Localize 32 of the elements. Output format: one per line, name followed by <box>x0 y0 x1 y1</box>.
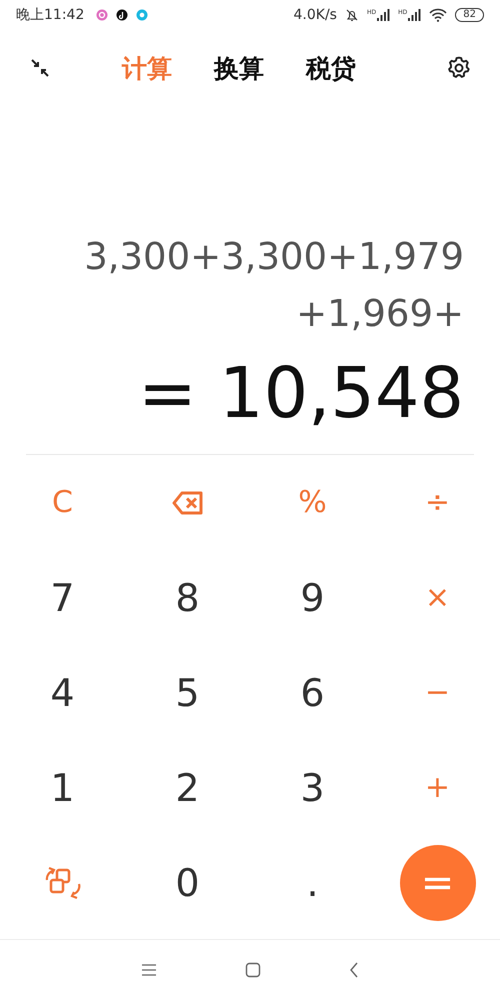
back-icon[interactable] <box>349 962 359 978</box>
digit-key[interactable]: 6 <box>292 670 333 714</box>
digit-key[interactable]: 3 <box>292 766 333 810</box>
digit-key[interactable]: 0 <box>167 860 208 904</box>
digit-key[interactable]: 9 <box>292 576 333 620</box>
signal-icon <box>376 9 390 21</box>
app-notification-icon <box>136 9 148 21</box>
swap-icon[interactable] <box>44 866 80 900</box>
tab[interactable]: 税贷 <box>296 52 366 84</box>
network-speed: 4.0K/s <box>294 7 337 23</box>
digit-key[interactable]: 1 <box>42 766 83 810</box>
app-notification-icon <box>116 9 128 21</box>
menu-icon[interactable] <box>141 963 157 977</box>
expression-text: +1,969+ <box>296 291 464 337</box>
digit-key[interactable]: . <box>298 860 327 904</box>
status-time: 晚上11:42 <box>16 6 84 24</box>
wifi-icon <box>429 8 448 22</box>
digit-key[interactable]: 7 <box>42 576 83 620</box>
signal-icon <box>407 9 422 21</box>
digit-key[interactable]: 5 <box>167 670 208 714</box>
settings-icon[interactable] <box>446 55 472 81</box>
digit-key[interactable]: 2 <box>167 766 208 810</box>
digit-key[interactable]: 4 <box>42 670 83 714</box>
bell-off-icon <box>344 8 359 22</box>
app-notification-icon <box>96 9 108 21</box>
result-text: = 10,548 <box>138 351 464 436</box>
expression-text: 3,300+3,300+1,979 <box>84 234 464 280</box>
home-icon[interactable] <box>245 962 261 978</box>
battery-indicator: 82 <box>455 8 484 22</box>
digit-key[interactable]: 8 <box>167 576 208 620</box>
tab[interactable]: 换算 <box>204 52 274 84</box>
backspace-icon[interactable] <box>172 490 204 514</box>
